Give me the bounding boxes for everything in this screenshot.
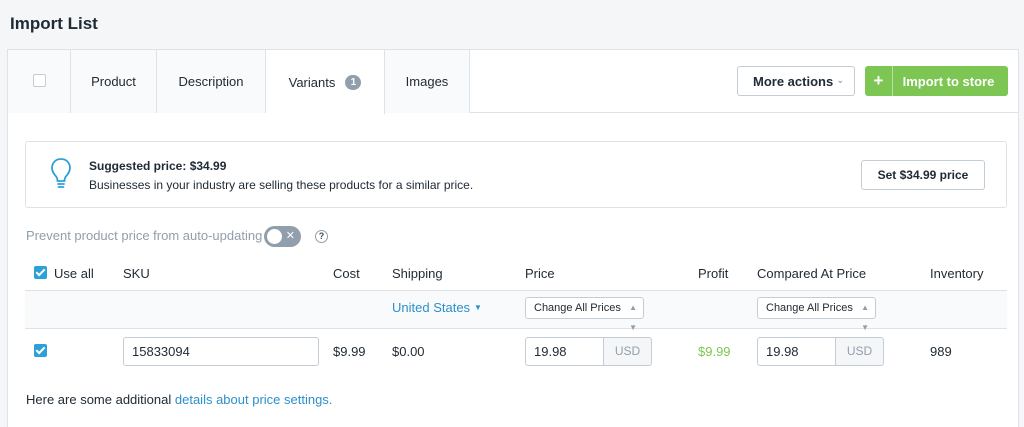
suggested-price-title: Suggested price: $34.99: [89, 159, 227, 173]
price-settings-note: Here are some additional details about p…: [26, 392, 332, 407]
inventory-value: 989: [930, 344, 952, 359]
inventory-header: Inventory: [930, 266, 984, 281]
price-settings-link[interactable]: details about price settings.: [175, 392, 333, 407]
tab-variants[interactable]: Variants 1: [266, 50, 385, 114]
shipping-country-label: United States: [392, 300, 471, 315]
cost-header: Cost: [333, 266, 360, 281]
tab-description[interactable]: Description: [157, 50, 266, 113]
select-product-cell: [8, 50, 71, 113]
dropdown-arrows-icon: ▲ ▼: [861, 303, 869, 332]
shipping-country-dropdown[interactable]: United States ▼: [392, 300, 482, 315]
use-all-header: Use all: [54, 266, 94, 281]
more-actions-label: More actions: [753, 73, 834, 89]
price-input[interactable]: 19.98: [525, 337, 604, 366]
price-header: Price: [525, 266, 555, 281]
change-all-compared-prices-select[interactable]: Change All Prices ▲ ▼: [757, 297, 876, 332]
more-actions-button[interactable]: More actions ⌄: [737, 66, 855, 96]
chevron-down-icon: ▼: [474, 303, 482, 312]
compared-at-price-header: Compared At Price: [757, 266, 867, 281]
tab-variants-label: Variants: [288, 74, 336, 90]
shipping-value: $0.00: [392, 344, 425, 359]
change-all-prices-select[interactable]: Change All Prices ▲ ▼: [525, 297, 644, 332]
plus-icon: +: [865, 66, 893, 96]
profit-value: $9.99: [698, 344, 731, 359]
tab-description-label: Description: [178, 74, 244, 89]
change-all-compared-prices-label: Change All Prices: [766, 302, 853, 314]
prevent-auto-update-toggle[interactable]: ✕: [264, 226, 301, 247]
shipping-header: Shipping: [392, 266, 443, 281]
import-to-store-button[interactable]: + Import to store: [865, 66, 1008, 96]
help-icon[interactable]: ?: [315, 230, 328, 243]
close-icon: ✕: [285, 230, 295, 242]
use-all-checkbox[interactable]: [34, 266, 47, 279]
variants-count-badge: 1: [345, 74, 362, 90]
tab-bar: Product Description Variants 1 Images Mo…: [8, 50, 1018, 114]
change-all-prices-label: Change All Prices: [534, 302, 621, 314]
suggested-price-description: Businesses in your industry are selling …: [89, 178, 474, 192]
tab-product[interactable]: Product: [71, 50, 157, 113]
set-suggested-price-button[interactable]: Set $34.99 price: [861, 160, 985, 190]
profit-header: Profit: [698, 266, 729, 281]
lightbulb-icon: [50, 157, 72, 194]
tab-images[interactable]: Images: [385, 50, 470, 113]
suggested-price-banner: Suggested price: $34.99 Businesses in yo…: [25, 141, 1007, 208]
cost-value: $9.99: [333, 344, 366, 359]
page-title: Import List: [10, 14, 98, 33]
compared-at-price-currency: USD: [836, 337, 884, 366]
dropdown-arrows-icon: ▲ ▼: [629, 303, 637, 332]
tab-images-label: Images: [405, 74, 449, 89]
import-card: Product Description Variants 1 Images Mo…: [7, 49, 1019, 427]
sku-input[interactable]: 15833094: [123, 337, 319, 366]
toggle-knob: [267, 229, 282, 244]
compared-at-price-input[interactable]: 19.98: [757, 337, 836, 366]
sku-header: SKU: [123, 266, 150, 281]
import-to-store-label: Import to store: [902, 73, 995, 89]
variant-row-checkbox[interactable]: [34, 344, 47, 357]
price-settings-note-text: Here are some additional: [26, 392, 172, 407]
price-currency: USD: [604, 337, 652, 366]
prevent-auto-update-label: Prevent product price from auto-updating: [26, 228, 263, 243]
tab-product-label: Product: [91, 74, 136, 89]
select-product-checkbox[interactable]: [33, 74, 46, 87]
chevron-down-icon: ⌄: [836, 75, 844, 85]
